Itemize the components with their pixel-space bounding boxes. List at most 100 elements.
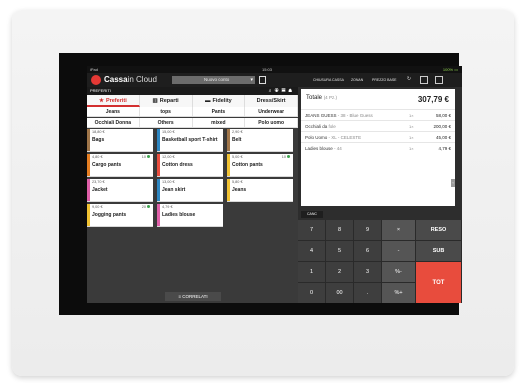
category-jeans[interactable]: Jeans bbox=[87, 107, 140, 116]
category-others[interactable]: Others bbox=[140, 118, 193, 127]
reso-button[interactable]: RESO bbox=[416, 220, 462, 241]
base-price-button[interactable]: PREZZO BASE bbox=[372, 77, 397, 83]
save-icon[interactable] bbox=[259, 76, 266, 84]
receipt-total: Totale (4 Pz.) 307,79 € bbox=[301, 95, 455, 105]
minus-key[interactable]: - bbox=[382, 241, 416, 262]
category-row-2: Occhiali Donna Others mixed Polo uomo bbox=[87, 118, 298, 128]
category-pants[interactable]: Pants bbox=[193, 107, 246, 116]
decimal-key[interactable]: . bbox=[354, 283, 382, 303]
receipt-line-price: 45,00 € bbox=[435, 135, 451, 140]
product-tile[interactable]: 5,80 € Jeans bbox=[227, 179, 293, 202]
product-stock: 10 bbox=[142, 155, 150, 159]
product-name: Cargo pants bbox=[92, 162, 122, 168]
product-name: Jeans bbox=[232, 187, 247, 193]
product-name: Cotton pants bbox=[232, 162, 263, 168]
receipt-line[interactable]: Ladies blouse - 44 1× 4,79 € bbox=[301, 142, 455, 152]
product-color-stripe bbox=[87, 129, 90, 151]
product-price: 2,90 € bbox=[232, 130, 243, 134]
barcode-icon[interactable] bbox=[435, 76, 443, 84]
status-time: 15:03 bbox=[262, 67, 273, 72]
subtotal-button[interactable]: SUB bbox=[416, 241, 462, 262]
refresh-icon[interactable]: ↻ bbox=[405, 76, 413, 84]
product-tile[interactable]: 18,80 € Bags bbox=[87, 129, 153, 152]
digit-key-0[interactable]: 0 bbox=[298, 283, 326, 303]
digit-key-3[interactable]: 3 bbox=[354, 262, 382, 283]
product-name: Ladies blouse bbox=[162, 212, 196, 218]
product-tile[interactable]: 12,00 € Cotton dress bbox=[157, 154, 223, 177]
product-stock: 20 bbox=[142, 205, 150, 209]
stock-dot-icon bbox=[287, 155, 290, 158]
multiply-key[interactable]: × bbox=[382, 220, 416, 241]
tab-preferiti[interactable]: ★ Preferiti bbox=[87, 95, 140, 107]
receipt-line-qty: 1× bbox=[409, 124, 414, 129]
percent-minus-key[interactable]: %- bbox=[382, 262, 416, 283]
grid-icon: ▥ bbox=[152, 98, 158, 104]
zone-button[interactable]: ZONAN bbox=[351, 77, 363, 83]
receipt: Totale (4 Pz.) 307,79 € JEANS GUESS - 38… bbox=[301, 89, 455, 206]
product-tile[interactable]: 13,00 € Jean skirt bbox=[157, 179, 223, 202]
chevron-down-icon: ▾ bbox=[250, 77, 253, 83]
camera-icon[interactable]: ◉ bbox=[275, 88, 282, 94]
receipt-line[interactable]: Polo Uomo - XL - CELESTE 1× 45,00 € bbox=[301, 131, 455, 141]
new-account-label: Nuovo conto bbox=[204, 77, 230, 82]
category-mixed[interactable]: mixed bbox=[193, 118, 246, 127]
tab-fidelity[interactable]: ▬ Fidelity bbox=[193, 95, 246, 107]
digit-key-9[interactable]: 9 bbox=[354, 220, 382, 241]
product-price: 5,00 € bbox=[232, 155, 243, 159]
product-name: Jacket bbox=[92, 187, 108, 193]
product-color-stripe bbox=[227, 154, 230, 176]
status-battery: 100% ▭ bbox=[442, 67, 458, 72]
drawer-handle[interactable]: ‹ bbox=[451, 179, 455, 187]
related-button[interactable]: ≡ CORRELATI bbox=[165, 292, 221, 301]
category-polo-uomo[interactable]: Polo uomo bbox=[245, 118, 298, 127]
digit-key-00[interactable]: 00 bbox=[326, 283, 354, 303]
receipt-icon[interactable] bbox=[420, 76, 428, 84]
receipt-line-name: Ladies blouse - 44 bbox=[305, 146, 342, 151]
category-tabs: ★ Preferiti ▥ Reparti ▬ Fidelity Dress/Skir… bbox=[87, 95, 298, 107]
cancel-button[interactable]: CANC bbox=[301, 211, 323, 218]
person-icon[interactable]: ☗ bbox=[288, 88, 295, 94]
digit-key-2[interactable]: 2 bbox=[326, 262, 354, 283]
product-name: Bags bbox=[92, 137, 105, 143]
digit-key-4[interactable]: 4 bbox=[298, 241, 326, 262]
star-icon: ★ bbox=[99, 98, 104, 104]
tab-reparti[interactable]: ▥ Reparti bbox=[140, 95, 193, 107]
app-header: Cassain Cloud Nuovo conto ▾ CHIUSURA CAS… bbox=[87, 73, 462, 87]
receipt-line-price: 58,00 € bbox=[435, 113, 451, 118]
product-tile[interactable]: 15,00 € Basketball sport T-shirt bbox=[157, 129, 223, 152]
card-icon: ▬ bbox=[204, 98, 211, 104]
close-register-button[interactable]: CHIUSURA CASSA bbox=[313, 77, 344, 83]
product-tile[interactable]: 2,90 € Belt bbox=[227, 129, 293, 152]
stock-dot-icon bbox=[147, 205, 150, 208]
product-tile[interactable]: 5,00 € 10 Cotton pants bbox=[227, 154, 293, 177]
digit-key-7[interactable]: 7 bbox=[298, 220, 326, 241]
product-price: 4,80 € bbox=[92, 155, 103, 159]
digit-key-6[interactable]: 6 bbox=[354, 241, 382, 262]
new-account-dropdown[interactable]: Nuovo conto ▾ bbox=[172, 76, 255, 84]
digit-key-5[interactable]: 5 bbox=[326, 241, 354, 262]
percent-plus-key[interactable]: %+ bbox=[382, 283, 416, 303]
receipt-line-name: JEANS GUESS - 38 - Blue Guess bbox=[305, 113, 373, 118]
product-color-stripe bbox=[87, 179, 90, 201]
category-occhiali-donna[interactable]: Occhiali Donna bbox=[87, 118, 140, 127]
digit-key-8[interactable]: 8 bbox=[326, 220, 354, 241]
receipt-line-name: Occhiali da fole bbox=[305, 124, 336, 129]
category-tops[interactable]: tops bbox=[140, 107, 193, 116]
product-tile[interactable]: 4,79 € Ladies blouse bbox=[157, 204, 223, 227]
receipt-line[interactable]: JEANS GUESS - 38 - Blue Guess 1× 58,00 € bbox=[301, 109, 455, 119]
total-value: 307,79 € bbox=[417, 95, 449, 104]
receipt-line[interactable]: Occhiali da fole 1× 200,00 € bbox=[301, 120, 455, 130]
total-button[interactable]: TOT bbox=[416, 262, 462, 303]
product-name: Jogging pants bbox=[92, 212, 127, 218]
product-name: Cotton dress bbox=[162, 162, 193, 168]
receipt-line-price: 200,00 € bbox=[433, 124, 451, 129]
product-price: 5,80 € bbox=[232, 180, 243, 184]
digit-key-1[interactable]: 1 bbox=[298, 262, 326, 283]
receipt-line-qty: 1× bbox=[409, 135, 414, 140]
product-price: 12,00 € bbox=[162, 155, 175, 159]
product-tile[interactable]: 9,00 € 20 Jogging pants bbox=[87, 204, 153, 227]
product-tile[interactable]: 23,70 € Jacket bbox=[87, 179, 153, 202]
tab-dress-skirt[interactable]: Dress/Skirt bbox=[245, 95, 298, 107]
product-tile[interactable]: 4,80 € 10 Cargo pants bbox=[87, 154, 153, 177]
category-underwear[interactable]: Underwear bbox=[245, 107, 298, 116]
